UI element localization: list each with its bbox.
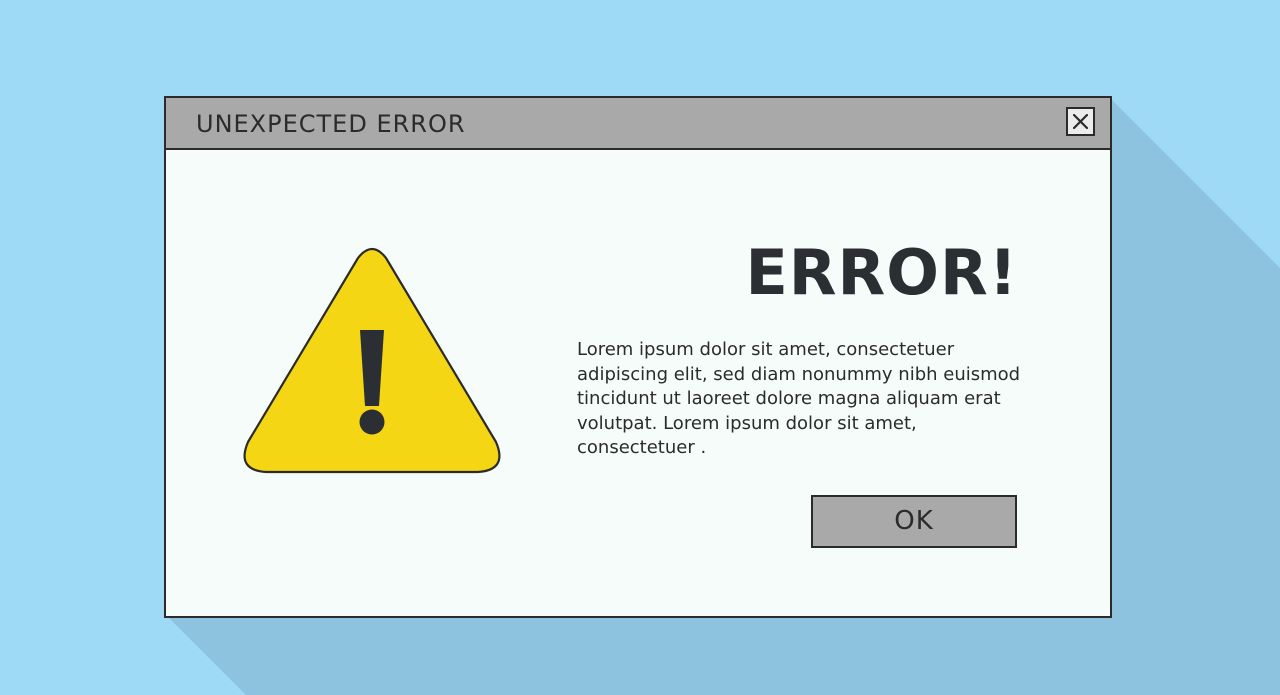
error-message: Lorem ipsum dolor sit amet, consectetuer…	[577, 339, 1021, 458]
close-icon	[1073, 114, 1088, 129]
dialog-title: UNEXPECTED ERROR	[196, 110, 466, 138]
close-button[interactable]	[1066, 107, 1095, 136]
ok-button[interactable]: OK	[811, 495, 1017, 548]
dialog-titlebar: UNEXPECTED ERROR	[166, 98, 1110, 150]
error-dialog: UNEXPECTED ERROR ERROR! Lorem ipsum dolo…	[164, 96, 1112, 618]
warning-triangle-icon	[243, 247, 501, 474]
error-heading: ERROR!	[745, 236, 1018, 309]
